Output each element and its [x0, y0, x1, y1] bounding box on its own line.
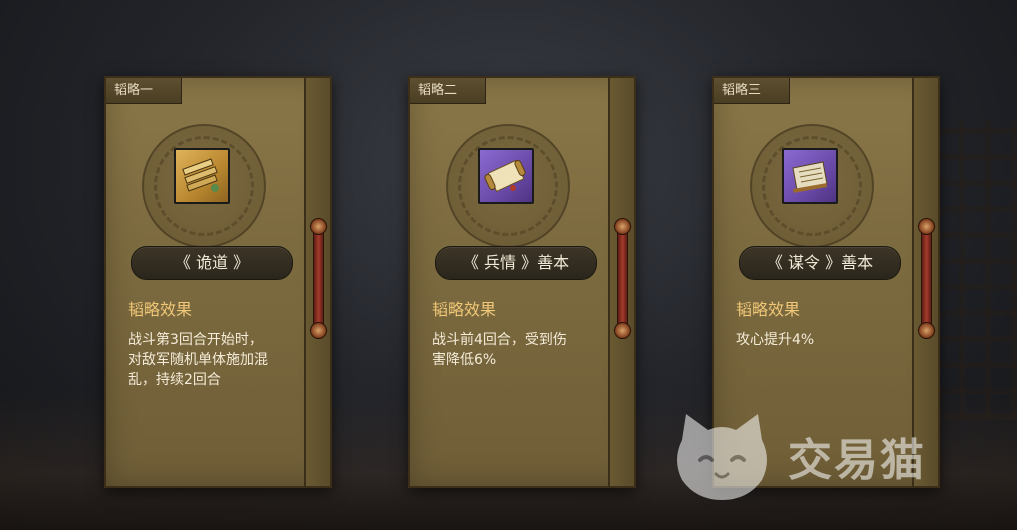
watermark-text: 交易猫 [788, 435, 926, 486]
effect-description: 攻心提升4% [736, 332, 815, 348]
bamboo-scroll-bundle-icon[interactable] [174, 148, 230, 204]
effect-title: 韬略效果 [128, 300, 193, 319]
rail-bar [921, 224, 932, 330]
strategy-name-plate: 《 谋令 》善本 [739, 246, 901, 280]
cat-face-logo-icon [677, 414, 767, 500]
rail-knob-top [310, 218, 327, 235]
strategy-name-plate: 《 兵情 》善本 [435, 246, 597, 280]
card-header: 韬略一 [106, 78, 182, 104]
rail-knob-top [918, 218, 935, 235]
effect-description: 战斗前4回合，受到伤 害降低6% [432, 332, 567, 368]
card-side-rail [304, 78, 330, 486]
strategy-card-2[interactable]: 韬略二 《 兵情 》善本 韬略效果 战斗前4回合，受到伤 害降低6% [408, 76, 636, 488]
strategy-name-plate: 《 诡道 》 [131, 246, 293, 280]
rail-knob-bottom [310, 322, 327, 339]
book-icon[interactable] [782, 148, 838, 204]
effect-title: 韬略效果 [736, 300, 801, 319]
rail-bar [313, 224, 324, 330]
strategy-card-1[interactable]: 韬略一 《 诡道 》 韬略效果 战斗第3回合开始时， 对敌军随机单体施加混 乱，… [104, 76, 332, 488]
card-header: 韬略二 [410, 78, 486, 104]
scroll-icon[interactable] [478, 148, 534, 204]
watermark: 交易猫 [668, 410, 926, 502]
effect-title: 韬略效果 [432, 300, 497, 319]
card-side-rail [608, 78, 634, 486]
effect-description: 战斗第3回合开始时， 对敌军随机单体施加混 乱，持续2回合 [128, 332, 268, 388]
rail-bar [617, 224, 628, 330]
rail-knob-top [614, 218, 631, 235]
card-header: 韬略三 [714, 78, 790, 104]
rail-knob-bottom [614, 322, 631, 339]
rail-knob-bottom [918, 322, 935, 339]
